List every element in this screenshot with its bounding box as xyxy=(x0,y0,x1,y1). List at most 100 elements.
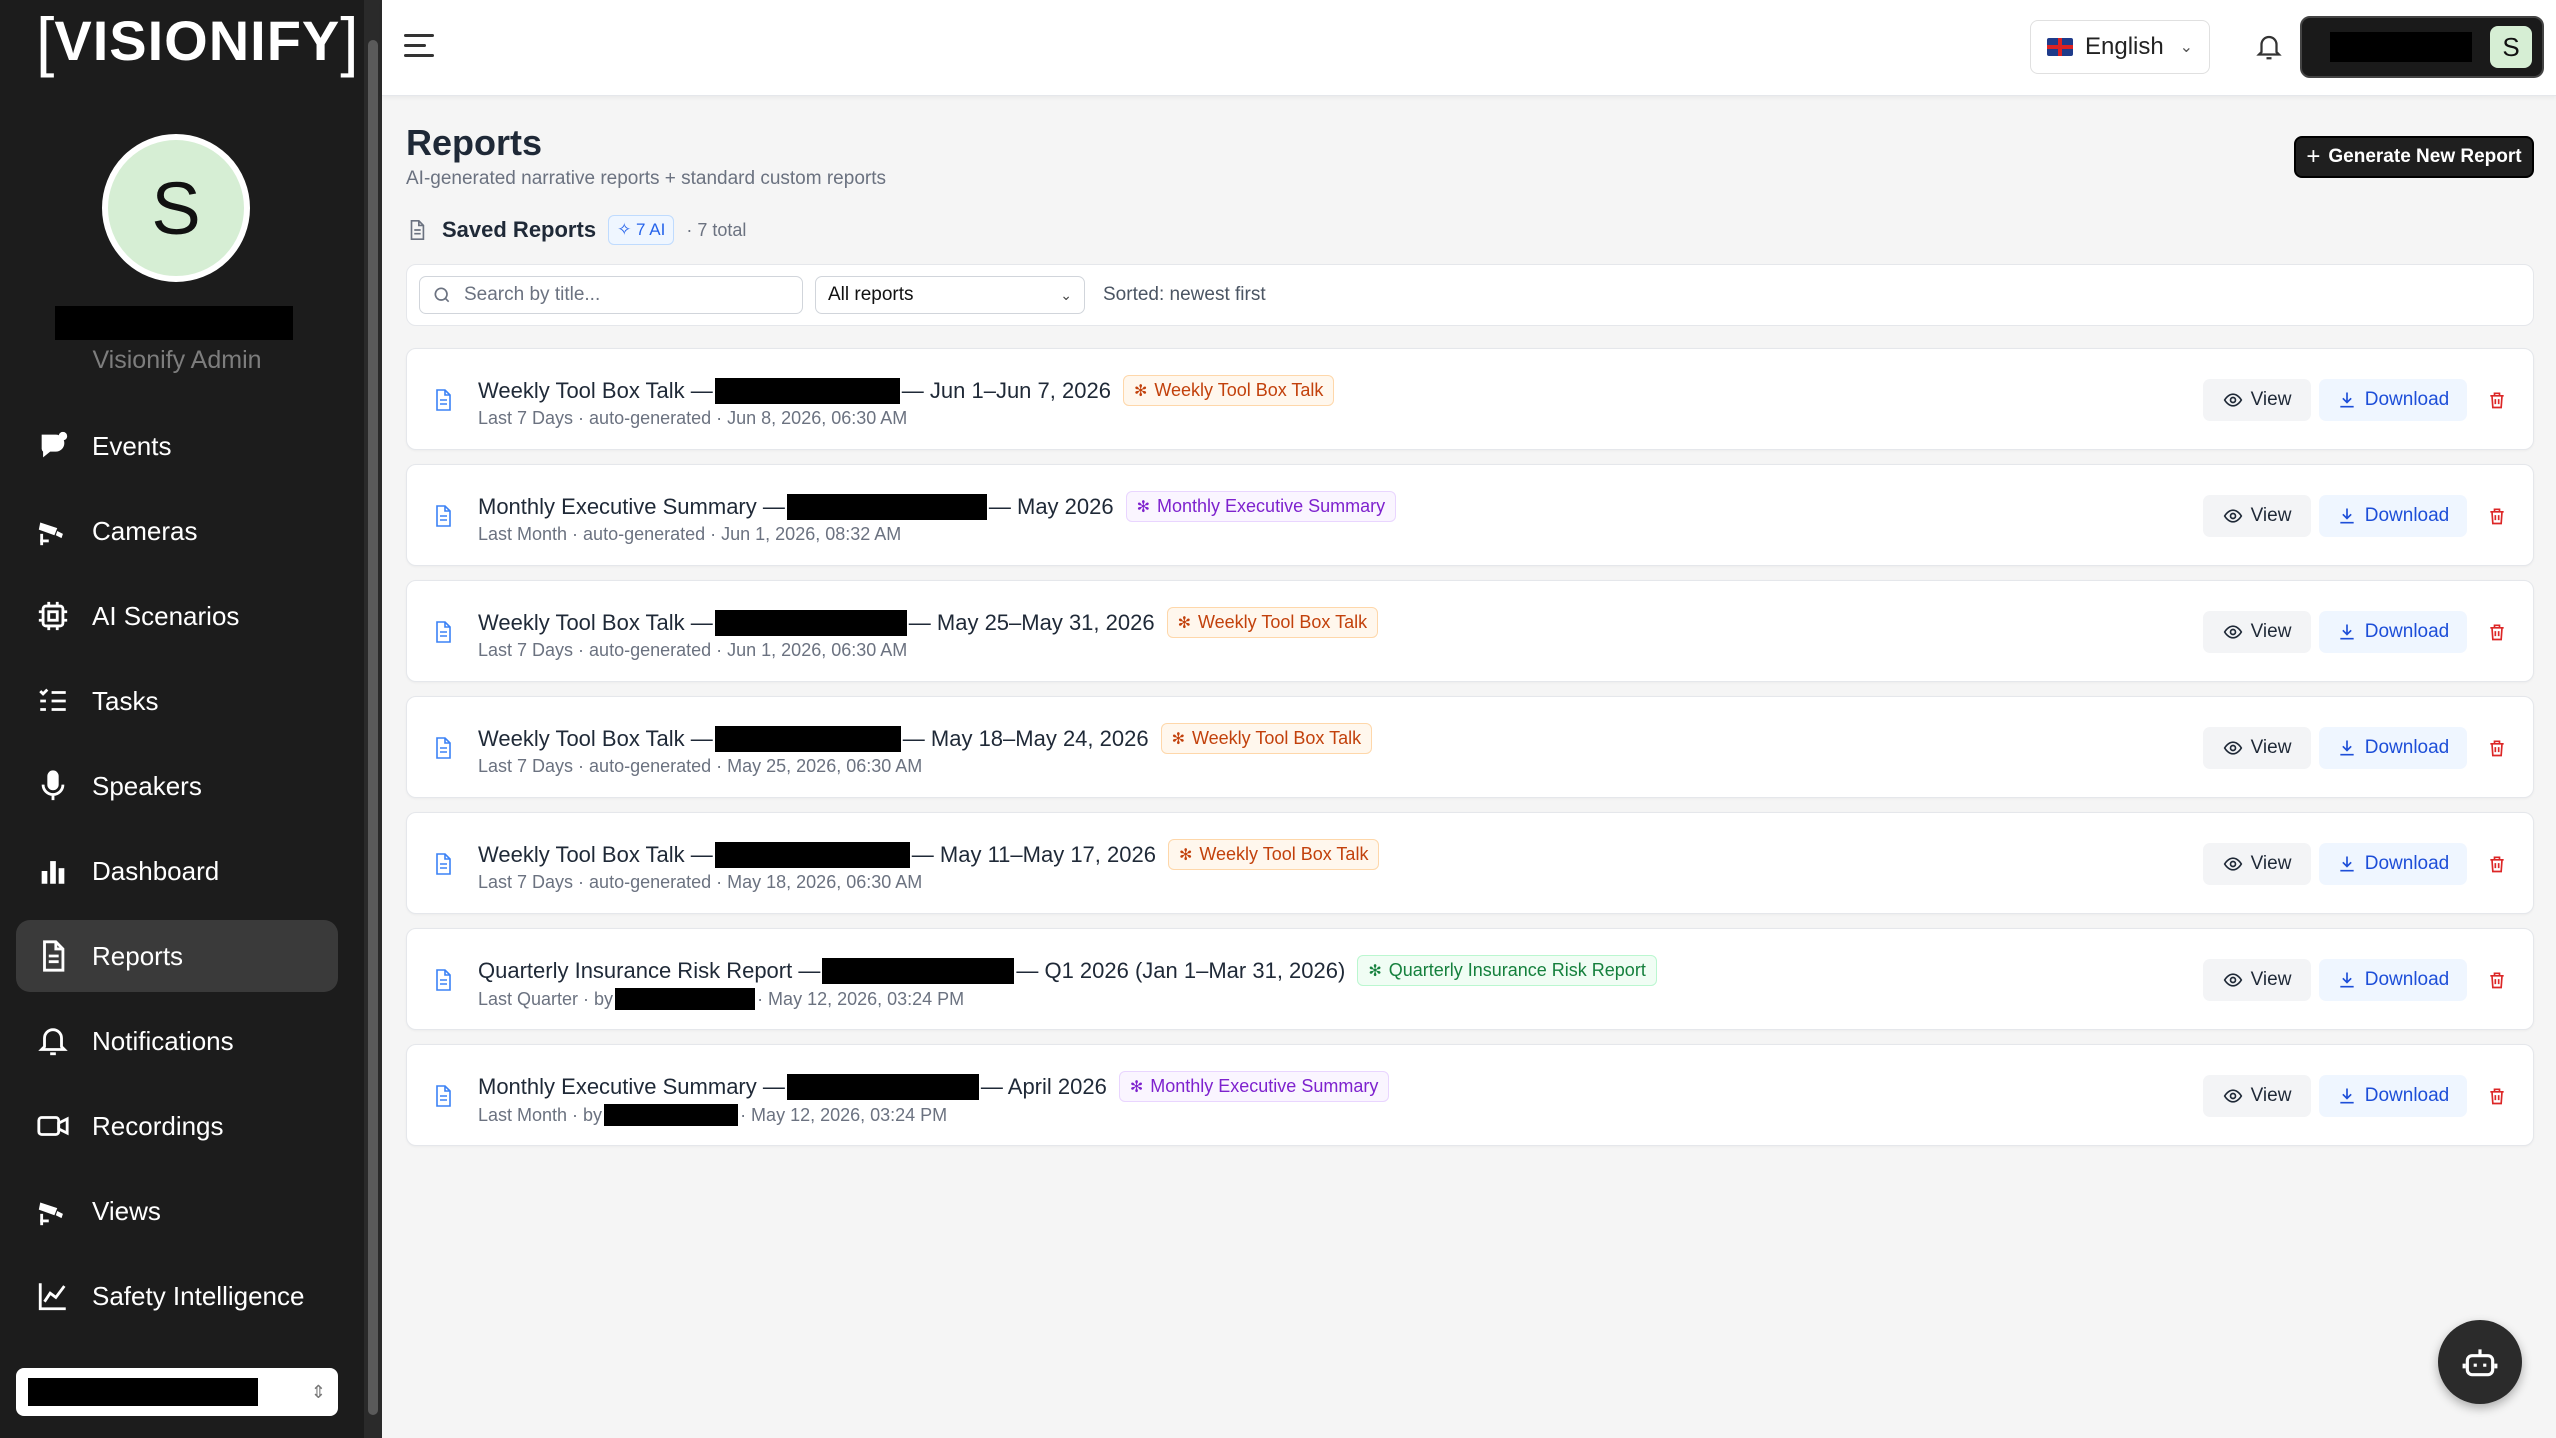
download-button[interactable]: Download xyxy=(2319,959,2467,1001)
notifications-bell-icon[interactable] xyxy=(2254,32,2284,62)
sidebar-item-ai-scenarios[interactable]: AI Scenarios xyxy=(16,580,338,652)
user-menu-button[interactable]: S xyxy=(2300,16,2544,78)
redacted-site xyxy=(822,957,1015,984)
sidebar-item-events[interactable]: Events xyxy=(16,410,338,482)
report-row[interactable]: Weekly Tool Box Talk — — May 25–May 31, … xyxy=(406,580,2534,682)
chevron-down-icon: ⌄ xyxy=(1060,286,1072,303)
video-icon xyxy=(36,1109,70,1143)
user-role: Visionify Admin xyxy=(92,346,262,374)
visionify-logo[interactable]: [VISIONIFY] xyxy=(36,8,359,74)
eye-icon xyxy=(2223,1089,2242,1103)
delete-button[interactable] xyxy=(2481,611,2513,653)
generate-new-report-button[interactable]: + Generate New Report xyxy=(2294,136,2534,178)
sidebar-item-speakers[interactable]: Speakers xyxy=(16,750,338,822)
bar-chart-icon xyxy=(36,854,70,888)
download-button[interactable]: Download xyxy=(2319,379,2467,421)
sidebar-item-reports[interactable]: Reports xyxy=(16,920,338,992)
download-icon xyxy=(2340,624,2354,640)
view-button[interactable]: View xyxy=(2203,379,2311,421)
sidebar-item-label: Recordings xyxy=(92,1110,224,1141)
view-button[interactable]: View xyxy=(2203,495,2311,537)
download-button[interactable]: Download xyxy=(2319,727,2467,769)
download-button[interactable]: Download xyxy=(2319,495,2467,537)
eye-icon xyxy=(2223,857,2242,871)
report-title[interactable]: Weekly Tool Box Talk — — May 18–May 24, … xyxy=(478,723,1373,754)
delete-button[interactable] xyxy=(2481,843,2513,885)
delete-button[interactable] xyxy=(2481,495,2513,537)
sidebar-item-recordings[interactable]: Recordings xyxy=(16,1090,338,1162)
redacted-site xyxy=(714,841,910,868)
report-row[interactable]: Weekly Tool Box Talk — — Jun 1–Jun 7, 20… xyxy=(406,348,2534,450)
sidebar-scrollbar[interactable] xyxy=(364,0,382,1438)
view-button[interactable]: View xyxy=(2203,1075,2311,1117)
total-count: · 7 total xyxy=(686,219,747,240)
language-select[interactable]: English ⌄ xyxy=(2030,20,2210,74)
download-button[interactable]: Download xyxy=(2319,1075,2467,1117)
avatar: S xyxy=(102,134,250,282)
download-button[interactable]: Download xyxy=(2319,611,2467,653)
view-button[interactable]: View xyxy=(2203,611,2311,653)
report-title[interactable]: Monthly Executive Summary — — April 2026… xyxy=(478,1071,1390,1102)
trash-icon xyxy=(2490,856,2504,873)
sidebar-item-safety-intelligence[interactable]: Safety Intelligence xyxy=(16,1260,338,1332)
scrollbar-thumb[interactable] xyxy=(368,40,378,1415)
view-button[interactable]: View xyxy=(2203,727,2311,769)
report-row[interactable]: Weekly Tool Box Talk — — May 18–May 24, … xyxy=(406,696,2534,798)
report-type-tag: ✻ Weekly Tool Box Talk xyxy=(1167,839,1380,870)
download-icon xyxy=(2340,972,2354,988)
report-title[interactable]: Weekly Tool Box Talk — — May 25–May 31, … xyxy=(478,607,1379,638)
search-input[interactable]: Search by title... xyxy=(419,276,803,314)
sidebar-item-label: Notifications xyxy=(92,1025,234,1056)
sparkle-icon: ✻ xyxy=(1178,846,1193,864)
sidebar-item-notifications[interactable]: Notifications xyxy=(16,1005,338,1077)
report-title[interactable]: Weekly Tool Box Talk — — May 11–May 17, … xyxy=(478,839,1380,870)
delete-button[interactable] xyxy=(2481,379,2513,421)
download-button[interactable]: Download xyxy=(2319,843,2467,885)
redacted-site xyxy=(714,377,900,404)
page-subtitle: AI-generated narrative reports + standar… xyxy=(406,168,886,189)
report-title[interactable]: Weekly Tool Box Talk — — Jun 1–Jun 7, 20… xyxy=(478,375,1335,406)
sidebar-item-label: Speakers xyxy=(92,770,202,801)
report-row[interactable]: Monthly Executive Summary — — May 2026 ✻… xyxy=(406,464,2534,566)
sparkle-icon: ✻ xyxy=(1136,498,1151,516)
saved-reports-header: Saved Reports ✧ 7 AI · 7 total xyxy=(406,212,746,248)
redacted-username xyxy=(2330,32,2472,62)
delete-button[interactable] xyxy=(2481,959,2513,1001)
report-meta: Last Month · by · May 12, 2026, 03:24 PM xyxy=(478,1104,948,1126)
redacted-organization xyxy=(28,1378,258,1406)
sidebar-item-views[interactable]: Views xyxy=(16,1175,338,1247)
line-chart-icon xyxy=(36,1279,70,1313)
sort-label: Sorted: newest first xyxy=(1103,284,1266,305)
row-actions: View Download xyxy=(2203,843,2513,885)
report-type-select[interactable]: All reports ⌄ xyxy=(815,276,1085,314)
delete-button[interactable] xyxy=(2481,727,2513,769)
assistant-bot-button[interactable] xyxy=(2438,1320,2522,1404)
eye-icon xyxy=(2223,509,2242,523)
sidebar: [VISIONIFY] S Visionify Admin Events Cam… xyxy=(0,0,382,1438)
chip-icon xyxy=(36,599,70,633)
sidebar-item-dashboard[interactable]: Dashboard xyxy=(16,835,338,907)
sidebar-item-tasks[interactable]: Tasks xyxy=(16,665,338,737)
eye-icon xyxy=(2223,973,2242,987)
report-row[interactable]: Weekly Tool Box Talk — — May 11–May 17, … xyxy=(406,812,2534,914)
robot-icon xyxy=(2462,1349,2498,1377)
report-title[interactable]: Quarterly Insurance Risk Report — — Q1 2… xyxy=(478,955,1657,986)
menu-icon[interactable] xyxy=(404,34,434,58)
report-row[interactable]: Monthly Executive Summary — — April 2026… xyxy=(406,1044,2534,1146)
filter-bar: Search by title... All reports ⌄ Sorted:… xyxy=(406,264,2534,326)
download-icon xyxy=(2340,508,2354,524)
redacted-site xyxy=(786,493,987,520)
sidebar-item-cameras[interactable]: Cameras xyxy=(16,495,338,567)
view-button[interactable]: View xyxy=(2203,843,2311,885)
report-row[interactable]: Quarterly Insurance Risk Report — — Q1 2… xyxy=(406,928,2534,1030)
organization-select[interactable]: ⇕ xyxy=(16,1368,338,1416)
sparkle-icon: ✻ xyxy=(1129,1078,1144,1096)
report-title[interactable]: Monthly Executive Summary — — May 2026 ✻… xyxy=(478,491,1397,522)
delete-button[interactable] xyxy=(2481,1075,2513,1117)
redacted-author xyxy=(604,1104,739,1126)
tasks-icon xyxy=(36,684,70,718)
view-button[interactable]: View xyxy=(2203,959,2311,1001)
download-icon xyxy=(2340,1088,2354,1104)
avatar: S xyxy=(2490,26,2532,68)
document-icon xyxy=(436,621,451,643)
